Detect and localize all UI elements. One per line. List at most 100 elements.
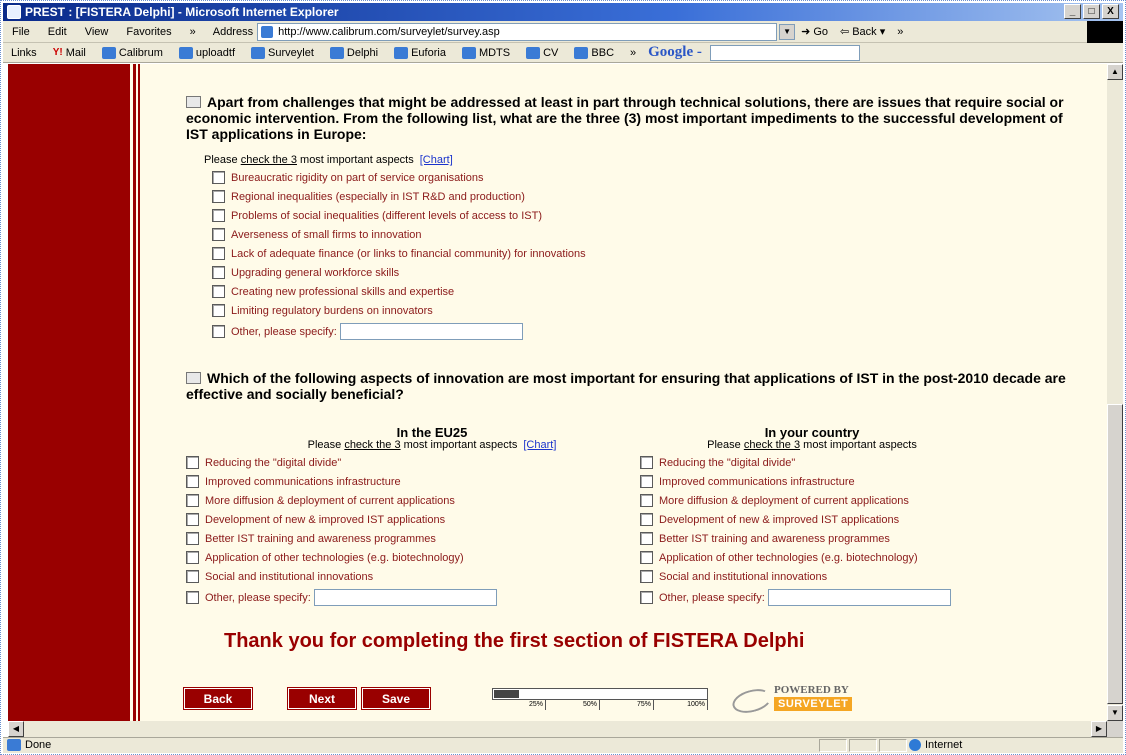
checkbox[interactable] — [212, 266, 225, 279]
eu25-option[interactable]: Reducing the "digital divide" — [186, 456, 341, 469]
eu25-option[interactable]: Social and institutional innovations — [186, 570, 373, 583]
q1-option[interactable]: Regional inequalities (especially in IST… — [212, 190, 525, 203]
link-uploadtf[interactable]: uploadtf — [171, 46, 243, 59]
checkbox[interactable] — [212, 325, 225, 338]
checkbox[interactable] — [212, 285, 225, 298]
checkbox[interactable] — [212, 190, 225, 203]
eu25-option[interactable]: Application of other technologies (e.g. … — [186, 551, 464, 564]
chart-link[interactable]: [Chart] — [523, 439, 556, 451]
checkbox[interactable] — [186, 551, 199, 564]
q1-option[interactable]: Bureaucratic rigidity on part of service… — [212, 171, 484, 184]
checkbox[interactable] — [640, 570, 653, 583]
scroll-left-icon[interactable]: ◀ — [8, 721, 24, 737]
address-dropdown-icon[interactable]: ▼ — [779, 23, 796, 40]
q1-option[interactable]: Limiting regulatory burdens on innovator… — [212, 304, 433, 317]
checkbox[interactable] — [186, 513, 199, 526]
q1-option[interactable]: Problems of social inequalities (differe… — [212, 209, 542, 222]
country-other-input[interactable] — [767, 589, 951, 606]
next-survey-button[interactable]: Next — [288, 688, 356, 709]
check-3-link[interactable]: check the 3 — [241, 154, 297, 166]
checkbox[interactable] — [212, 171, 225, 184]
menu-chevron[interactable]: » — [181, 26, 205, 38]
link-mdts[interactable]: MDTS — [454, 46, 518, 59]
link-bbc[interactable]: BBC — [566, 46, 622, 59]
country-option[interactable]: Better IST training and awareness progra… — [640, 532, 890, 545]
menu-view[interactable]: View — [76, 26, 118, 38]
country-option[interactable]: Social and institutional innovations — [640, 570, 827, 583]
scroll-right-icon[interactable]: ▶ — [1091, 721, 1107, 737]
q1-option[interactable]: Lack of adequate finance (or links to fi… — [212, 247, 586, 260]
eu25-option[interactable]: Better IST training and awareness progra… — [186, 532, 436, 545]
link-cv[interactable]: CV — [518, 46, 566, 59]
checkbox[interactable] — [640, 551, 653, 564]
save-survey-button[interactable]: Save — [362, 688, 430, 709]
address-input[interactable]: http://www.calibrum.com/surveylet/survey… — [257, 22, 778, 41]
q1-option-other[interactable]: Other, please specify: — [212, 323, 523, 340]
google-toolbar-button[interactable]: Google - — [644, 44, 706, 61]
checkbox[interactable] — [186, 494, 199, 507]
links-chevron[interactable]: » — [622, 47, 644, 59]
q1-option[interactable]: Upgrading general workforce skills — [212, 266, 399, 279]
checkbox[interactable] — [640, 532, 653, 545]
check-3-link[interactable]: check the 3 — [344, 439, 400, 451]
country-option[interactable]: More diffusion & deployment of current a… — [640, 494, 909, 507]
eu25-option-other[interactable]: Other, please specify: — [186, 589, 497, 606]
option-label: Reducing the "digital divide" — [205, 456, 342, 469]
checkbox[interactable] — [186, 570, 199, 583]
eu25-other-input[interactable] — [313, 589, 497, 606]
q1-option[interactable]: Creating new professional skills and exp… — [212, 285, 454, 298]
go-button[interactable]: ➜ Go — [795, 25, 834, 39]
link-euforia[interactable]: Euforia — [386, 46, 454, 59]
country-option-other[interactable]: Other, please specify: — [640, 589, 951, 606]
checkbox[interactable] — [640, 513, 653, 526]
checkbox[interactable] — [212, 247, 225, 260]
vertical-scrollbar[interactable]: ▲ ▼ — [1107, 64, 1123, 721]
menu-edit[interactable]: Edit — [39, 26, 76, 38]
scroll-up-icon[interactable]: ▲ — [1107, 64, 1123, 80]
checkbox[interactable] — [640, 494, 653, 507]
maximize-button[interactable]: □ — [1083, 4, 1100, 19]
link-surveylet[interactable]: Surveylet — [243, 46, 322, 59]
scroll-thumb[interactable] — [1107, 404, 1123, 704]
scroll-corner — [1107, 721, 1123, 737]
link-delphi[interactable]: Delphi — [322, 46, 386, 59]
hint-post: most important aspects — [400, 439, 518, 451]
menu-favorites[interactable]: Favorites — [117, 26, 180, 38]
minimize-button[interactable]: _ — [1064, 4, 1081, 19]
checkbox[interactable] — [640, 456, 653, 469]
checkbox[interactable] — [186, 456, 199, 469]
horizontal-scrollbar[interactable]: ◀ ▶ — [8, 721, 1107, 737]
left-sidebar-band — [8, 64, 130, 721]
option-label: Creating new professional skills and exp… — [231, 285, 455, 298]
q1-other-input[interactable] — [339, 323, 523, 340]
toolbar-chevron[interactable]: » — [891, 26, 909, 38]
page-icon — [261, 25, 274, 38]
scroll-down-icon[interactable]: ▼ — [1107, 705, 1123, 721]
option-label: Better IST training and awareness progra… — [659, 532, 890, 545]
back-button[interactable]: ⇦ Back ▾ — [834, 25, 891, 39]
q1-option[interactable]: Averseness of small firms to innovation — [212, 228, 422, 241]
checkbox[interactable] — [212, 304, 225, 317]
check-3-link[interactable]: check the 3 — [744, 439, 800, 451]
checkbox[interactable] — [186, 475, 199, 488]
eu25-option[interactable]: More diffusion & deployment of current a… — [186, 494, 455, 507]
country-option[interactable]: Development of new & improved IST applic… — [640, 513, 899, 526]
chart-link[interactable]: [Chart] — [420, 154, 453, 166]
country-option[interactable]: Application of other technologies (e.g. … — [640, 551, 918, 564]
back-survey-button[interactable]: Back — [184, 688, 252, 709]
close-button[interactable]: X — [1102, 4, 1119, 19]
checkbox[interactable] — [186, 591, 199, 604]
country-option[interactable]: Improved communications infrastructure — [640, 475, 855, 488]
eu25-option[interactable]: Improved communications infrastructure — [186, 475, 401, 488]
checkbox[interactable] — [186, 532, 199, 545]
link-mail[interactable]: Y! Mail — [45, 47, 94, 59]
link-calibrum[interactable]: Calibrum — [94, 46, 171, 59]
google-search-input[interactable] — [709, 44, 860, 61]
checkbox[interactable] — [640, 591, 653, 604]
menu-file[interactable]: File — [3, 26, 39, 38]
country-option[interactable]: Reducing the "digital divide" — [640, 456, 795, 469]
checkbox[interactable] — [640, 475, 653, 488]
checkbox[interactable] — [212, 209, 225, 222]
checkbox[interactable] — [212, 228, 225, 241]
eu25-option[interactable]: Development of new & improved IST applic… — [186, 513, 445, 526]
